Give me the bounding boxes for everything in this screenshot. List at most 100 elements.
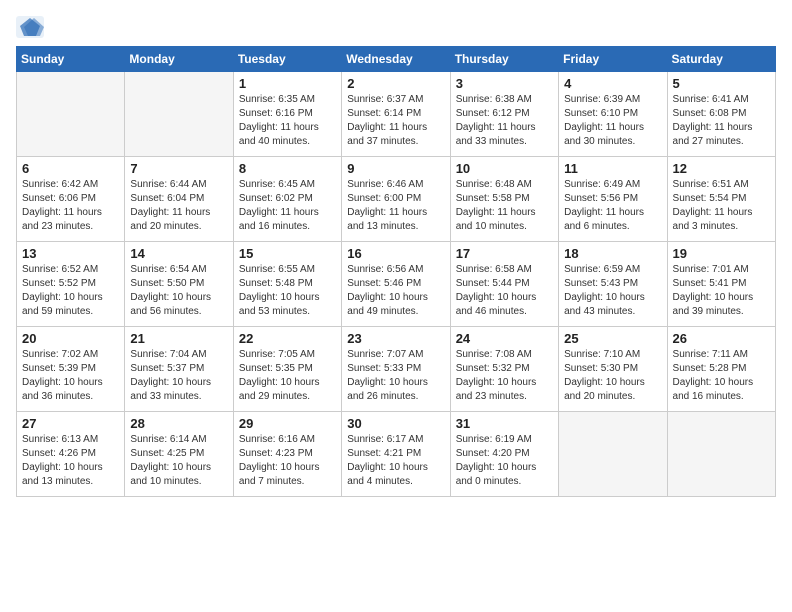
week-row-2: 6Sunrise: 6:42 AM Sunset: 6:06 PM Daylig…	[17, 157, 776, 242]
day-number: 5	[673, 76, 770, 91]
day-cell: 25 Sunrise: 7:10 AM Sunset: 5:30 PM Dayli…	[559, 327, 667, 412]
day-info: Sunrise: 6:48 AM Sunset: 5:58 PM Dayligh…	[456, 178, 553, 234]
day-number: 10	[456, 161, 553, 176]
day-info: Sunrise: 6:58 AM Sunset: 5:44 PM Dayligh…	[456, 263, 553, 319]
day-number: 6	[22, 161, 119, 176]
day-info: Sunrise: 7:02 AM Sunset: 5:39 PM Dayligh…	[22, 348, 119, 404]
week-row-5: 27 Sunrise: 6:13 AM Sunset: 4:26 PM Dayli…	[17, 412, 776, 497]
day-number: 31	[456, 416, 553, 431]
day-info: Sunrise: 7:10 AM Sunset: 5:30 PM Dayligh…	[564, 348, 661, 404]
day-cell: 9 Sunrise: 6:46 AM Sunset: 6:00 PM Daylig…	[342, 157, 450, 242]
day-number: 27	[22, 416, 119, 431]
day-info: Sunrise: 6:37 AM Sunset: 6:14 PM Dayligh…	[347, 93, 444, 149]
day-number: 13	[22, 246, 119, 261]
week-row-3: 13Sunrise: 6:52 AM Sunset: 5:52 PM Dayli…	[17, 242, 776, 327]
day-number: 20	[22, 331, 119, 346]
header-row: SundayMondayTuesdayWednesdayThursdayFrid…	[17, 47, 776, 72]
day-info: Sunrise: 6:19 AM Sunset: 4:20 PM Dayligh…	[456, 433, 553, 489]
day-info: Sunrise: 6:59 AM Sunset: 5:43 PM Dayligh…	[564, 263, 661, 319]
day-info: Sunrise: 6:51 AM Sunset: 5:54 PM Dayligh…	[673, 178, 770, 234]
header-friday: Friday	[559, 47, 667, 72]
day-number: 30	[347, 416, 444, 431]
day-cell: 29Sunrise: 6:16 AM Sunset: 4:23 PM Dayli…	[233, 412, 341, 497]
day-info: Sunrise: 6:38 AM Sunset: 6:12 PM Dayligh…	[456, 93, 553, 149]
day-cell: 17Sunrise: 6:58 AM Sunset: 5:44 PM Dayli…	[450, 242, 558, 327]
day-cell: 24 Sunrise: 7:08 AM Sunset: 5:32 PM Dayli…	[450, 327, 558, 412]
day-info: Sunrise: 6:41 AM Sunset: 6:08 PM Dayligh…	[673, 93, 770, 149]
day-info: Sunrise: 7:07 AM Sunset: 5:33 PM Dayligh…	[347, 348, 444, 404]
day-info: Sunrise: 6:44 AM Sunset: 6:04 PM Dayligh…	[130, 178, 227, 234]
day-cell: 20 Sunrise: 7:02 AM Sunset: 5:39 PM Dayli…	[17, 327, 125, 412]
day-number: 23	[347, 331, 444, 346]
day-cell: 7 Sunrise: 6:44 AM Sunset: 6:04 PM Daylig…	[125, 157, 233, 242]
day-cell	[125, 72, 233, 157]
header-monday: Monday	[125, 47, 233, 72]
day-info: Sunrise: 6:56 AM Sunset: 5:46 PM Dayligh…	[347, 263, 444, 319]
day-number: 18	[564, 246, 661, 261]
day-number: 21	[130, 331, 227, 346]
day-info: Sunrise: 6:17 AM Sunset: 4:21 PM Dayligh…	[347, 433, 444, 489]
day-info: Sunrise: 7:01 AM Sunset: 5:41 PM Dayligh…	[673, 263, 770, 319]
week-row-4: 20 Sunrise: 7:02 AM Sunset: 5:39 PM Dayli…	[17, 327, 776, 412]
logo-icon	[16, 16, 44, 38]
day-cell: 27 Sunrise: 6:13 AM Sunset: 4:26 PM Dayli…	[17, 412, 125, 497]
day-info: Sunrise: 7:08 AM Sunset: 5:32 PM Dayligh…	[456, 348, 553, 404]
day-info: Sunrise: 6:39 AM Sunset: 6:10 PM Dayligh…	[564, 93, 661, 149]
header-tuesday: Tuesday	[233, 47, 341, 72]
day-number: 16	[347, 246, 444, 261]
day-info: Sunrise: 7:04 AM Sunset: 5:37 PM Dayligh…	[130, 348, 227, 404]
day-number: 7	[130, 161, 227, 176]
day-cell: 18 Sunrise: 6:59 AM Sunset: 5:43 PM Dayli…	[559, 242, 667, 327]
day-cell: 21 Sunrise: 7:04 AM Sunset: 5:37 PM Dayli…	[125, 327, 233, 412]
header-wednesday: Wednesday	[342, 47, 450, 72]
day-info: Sunrise: 6:49 AM Sunset: 5:56 PM Dayligh…	[564, 178, 661, 234]
day-number: 2	[347, 76, 444, 91]
day-cell: 23 Sunrise: 7:07 AM Sunset: 5:33 PM Dayli…	[342, 327, 450, 412]
day-info: Sunrise: 6:54 AM Sunset: 5:50 PM Dayligh…	[130, 263, 227, 319]
day-cell: 3 Sunrise: 6:38 AM Sunset: 6:12 PM Daylig…	[450, 72, 558, 157]
day-cell: 14 Sunrise: 6:54 AM Sunset: 5:50 PM Dayli…	[125, 242, 233, 327]
day-number: 11	[564, 161, 661, 176]
day-number: 19	[673, 246, 770, 261]
day-number: 8	[239, 161, 336, 176]
day-cell: 1Sunrise: 6:35 AM Sunset: 6:16 PM Daylig…	[233, 72, 341, 157]
day-info: Sunrise: 7:11 AM Sunset: 5:28 PM Dayligh…	[673, 348, 770, 404]
week-row-1: 1Sunrise: 6:35 AM Sunset: 6:16 PM Daylig…	[17, 72, 776, 157]
calendar-table: SundayMondayTuesdayWednesdayThursdayFrid…	[16, 46, 776, 497]
day-number: 15	[239, 246, 336, 261]
day-number: 1	[239, 76, 336, 91]
day-cell: 30 Sunrise: 6:17 AM Sunset: 4:21 PM Dayli…	[342, 412, 450, 497]
day-number: 3	[456, 76, 553, 91]
day-info: Sunrise: 6:46 AM Sunset: 6:00 PM Dayligh…	[347, 178, 444, 234]
day-cell	[559, 412, 667, 497]
day-cell: 19 Sunrise: 7:01 AM Sunset: 5:41 PM Dayli…	[667, 242, 775, 327]
day-info: Sunrise: 6:55 AM Sunset: 5:48 PM Dayligh…	[239, 263, 336, 319]
day-info: Sunrise: 6:14 AM Sunset: 4:25 PM Dayligh…	[130, 433, 227, 489]
day-cell: 15 Sunrise: 6:55 AM Sunset: 5:48 PM Dayli…	[233, 242, 341, 327]
day-cell: 10 Sunrise: 6:48 AM Sunset: 5:58 PM Dayli…	[450, 157, 558, 242]
day-number: 9	[347, 161, 444, 176]
day-cell: 6Sunrise: 6:42 AM Sunset: 6:06 PM Daylig…	[17, 157, 125, 242]
day-cell	[667, 412, 775, 497]
day-number: 28	[130, 416, 227, 431]
logo	[16, 16, 48, 38]
day-info: Sunrise: 6:45 AM Sunset: 6:02 PM Dayligh…	[239, 178, 336, 234]
day-cell: 12Sunrise: 6:51 AM Sunset: 5:54 PM Dayli…	[667, 157, 775, 242]
header-saturday: Saturday	[667, 47, 775, 72]
day-cell	[17, 72, 125, 157]
day-cell: 31 Sunrise: 6:19 AM Sunset: 4:20 PM Dayli…	[450, 412, 558, 497]
day-number: 14	[130, 246, 227, 261]
day-number: 24	[456, 331, 553, 346]
day-cell: 5 Sunrise: 6:41 AM Sunset: 6:08 PM Daylig…	[667, 72, 775, 157]
day-cell: 22Sunrise: 7:05 AM Sunset: 5:35 PM Dayli…	[233, 327, 341, 412]
day-number: 26	[673, 331, 770, 346]
day-cell: 11 Sunrise: 6:49 AM Sunset: 5:56 PM Dayli…	[559, 157, 667, 242]
day-info: Sunrise: 6:13 AM Sunset: 4:26 PM Dayligh…	[22, 433, 119, 489]
day-cell: 13Sunrise: 6:52 AM Sunset: 5:52 PM Dayli…	[17, 242, 125, 327]
day-info: Sunrise: 6:16 AM Sunset: 4:23 PM Dayligh…	[239, 433, 336, 489]
day-cell: 28 Sunrise: 6:14 AM Sunset: 4:25 PM Dayli…	[125, 412, 233, 497]
day-number: 25	[564, 331, 661, 346]
page-header	[16, 16, 776, 38]
header-sunday: Sunday	[17, 47, 125, 72]
day-cell: 8 Sunrise: 6:45 AM Sunset: 6:02 PM Daylig…	[233, 157, 341, 242]
